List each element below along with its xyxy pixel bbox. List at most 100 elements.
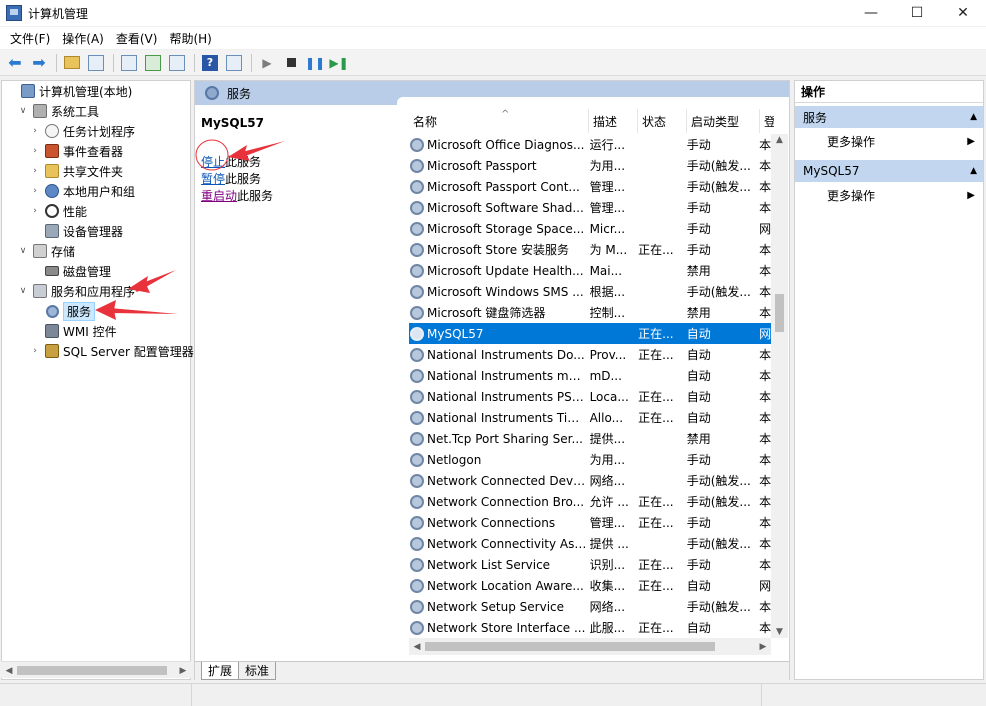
tree-item[interactable]: › 任务计划程序	[29, 121, 135, 141]
start-service-button[interactable]: ▶	[256, 52, 278, 74]
menu-help[interactable]: 帮助(H)	[163, 30, 217, 47]
pause-service-link[interactable]: 暂停此服务	[201, 170, 261, 187]
tree-item[interactable]: 服务	[29, 301, 96, 321]
service-row[interactable]: Microsoft Passport 为用... 手动(触发... 本	[409, 155, 771, 176]
service-row[interactable]: National Instruments Tim... Allo... 正在... 自…	[409, 407, 771, 428]
service-startup: 手动	[686, 243, 711, 257]
service-row[interactable]: Network Store Interface ... 此服... 正在... 自动 本	[409, 617, 771, 638]
service-row[interactable]: Microsoft Storage Space... Micr... 手动 网	[409, 218, 771, 239]
service-row[interactable]: MySQL57 正在... 自动 网	[409, 323, 771, 344]
tree-item[interactable]: › 本地用户和组	[29, 181, 135, 201]
expanded-chevron-icon[interactable]: ∨	[17, 246, 29, 256]
column-startup-type[interactable]: 启动类型	[687, 109, 760, 133]
service-row[interactable]: Microsoft Store 安装服务 为 M... 正在... 手动 本	[409, 239, 771, 260]
collapse-icon[interactable]: ▲	[970, 166, 977, 176]
scroll-up-icon[interactable]: ▲	[771, 134, 788, 146]
service-row[interactable]: Microsoft Software Shad... 管理... 手动 本	[409, 197, 771, 218]
scroll-down-icon[interactable]: ▼	[771, 626, 788, 638]
service-row[interactable]: National Instruments PSP... Loca... 正在... 自…	[409, 386, 771, 407]
service-row[interactable]: Network Connected Devi... 网络... 手动(触发... 本	[409, 470, 771, 491]
scrollbar-thumb[interactable]	[17, 666, 167, 675]
collapsed-chevron-icon[interactable]: ›	[29, 166, 41, 176]
tree-item[interactable]: 设备管理器	[29, 221, 123, 241]
service-row[interactable]: Microsoft 键盘筛选器 控制... 禁用 本	[409, 302, 771, 323]
collapse-icon[interactable]: ▲	[970, 112, 977, 122]
tab-extended[interactable]: 扩展	[201, 662, 240, 680]
menu-action[interactable]: 操作(A)	[56, 30, 110, 47]
service-row[interactable]: Network Setup Service 网络... 手动(触发... 本	[409, 596, 771, 617]
tree-item[interactable]: 计算机管理(本地)	[5, 81, 132, 101]
properties-button[interactable]	[118, 52, 140, 74]
forward-button[interactable]: ➡	[28, 52, 50, 74]
service-row[interactable]: Net.Tcp Port Sharing Ser... 提供... 禁用 本	[409, 428, 771, 449]
menu-file[interactable]: 文件(F)	[4, 30, 56, 47]
tree-item[interactable]: ∨ 系统工具	[17, 101, 99, 121]
scrollbar-thumb[interactable]	[775, 294, 784, 332]
scroll-right-icon[interactable]: ▶	[755, 638, 771, 655]
tree-item[interactable]: › SQL Server 配置管理器	[29, 341, 194, 361]
expanded-chevron-icon[interactable]: ∨	[17, 106, 29, 116]
service-logon: 本	[759, 600, 771, 614]
export-list-button[interactable]	[166, 52, 188, 74]
help-button[interactable]: ?	[199, 52, 221, 74]
service-row[interactable]: Microsoft Windows SMS ... 根据... 手动(触发... 本	[409, 281, 771, 302]
tree-horizontal-scrollbar[interactable]: ◀ ▶	[1, 661, 191, 678]
column-logon[interactable]: 登	[760, 109, 774, 133]
service-row[interactable]: Netlogon 为用... 手动 本	[409, 449, 771, 470]
tree-item[interactable]: ∨ 存储	[17, 241, 75, 261]
tree-item[interactable]: › 共享文件夹	[29, 161, 123, 181]
column-description[interactable]: 描述	[589, 109, 638, 133]
service-row[interactable]: Network Connections 管理... 正在... 手动 本	[409, 512, 771, 533]
show-hide-tree-button[interactable]	[85, 52, 107, 74]
service-row[interactable]: Network List Service 识别... 正在... 手动 本	[409, 554, 771, 575]
tree-item[interactable]: 磁盘管理	[29, 261, 111, 281]
window-title: 计算机管理	[28, 6, 89, 21]
menu-view[interactable]: 查看(V)	[110, 30, 164, 47]
list-horizontal-scrollbar[interactable]: ◀ ▶	[409, 638, 771, 655]
up-level-button[interactable]	[61, 52, 83, 74]
stop-service-button[interactable]	[280, 52, 302, 74]
service-row[interactable]: Network Connectivity Ass... 提供 ... 手动(触发..…	[409, 533, 771, 554]
column-name[interactable]: 名称 ^	[409, 109, 589, 133]
maximize-button[interactable]: ☐	[894, 0, 940, 26]
expanded-chevron-icon[interactable]: ∨	[17, 286, 29, 296]
tree-item[interactable]: ∨ 服务和应用程序	[17, 281, 135, 301]
service-logon: 本	[759, 369, 771, 383]
more-actions-mysql57[interactable]: 更多操作 ▶	[795, 184, 983, 206]
collapsed-chevron-icon[interactable]: ›	[29, 146, 41, 156]
scrollbar-thumb[interactable]	[425, 642, 715, 651]
scroll-left-icon[interactable]: ◀	[409, 638, 425, 655]
tree-item[interactable]: › 性能	[29, 201, 87, 221]
more-actions-services[interactable]: 更多操作 ▶	[795, 130, 983, 152]
stop-service-link[interactable]: 停止此服务	[201, 153, 261, 170]
column-status[interactable]: 状态	[638, 109, 687, 133]
restart-service-link[interactable]: 重启动此服务	[201, 187, 273, 204]
action-group-services[interactable]: 服务 ▲	[795, 106, 983, 128]
restart-service-button[interactable]: ▶❚	[328, 52, 350, 74]
tree-item[interactable]: › 事件查看器	[29, 141, 123, 161]
collapsed-chevron-icon[interactable]: ›	[29, 186, 41, 196]
service-row[interactable]: Network Location Aware... 收集... 正在... 自动 网	[409, 575, 771, 596]
scroll-left-icon[interactable]: ◀	[1, 662, 17, 679]
collapsed-chevron-icon[interactable]: ›	[29, 206, 41, 216]
service-row[interactable]: Network Connection Bro... 允许 ... 正在... 手动(触…	[409, 491, 771, 512]
tab-standard[interactable]: 标准	[238, 662, 277, 680]
action-group-mysql57[interactable]: MySQL57 ▲	[795, 160, 983, 182]
pause-service-button[interactable]: ❚❚	[304, 52, 326, 74]
minimize-button[interactable]: —	[848, 0, 894, 26]
service-row[interactable]: Microsoft Update Health... Mai... 禁用 本	[409, 260, 771, 281]
tree-item[interactable]: WMI 控件	[29, 321, 117, 341]
back-button[interactable]: ⬅	[4, 52, 26, 74]
collapsed-chevron-icon[interactable]: ›	[29, 346, 41, 356]
service-row[interactable]: Microsoft Office Diagnos... 运行... 手动 本	[409, 134, 771, 155]
service-row[interactable]: Microsoft Passport Cont... 管理... 手动(触发... 本	[409, 176, 771, 197]
service-name: National Instruments PSP...	[427, 389, 588, 404]
show-action-pane-button[interactable]	[223, 52, 245, 74]
service-row[interactable]: National Instruments Do... Prov... 正在... 自动…	[409, 344, 771, 365]
scroll-right-icon[interactable]: ▶	[175, 662, 191, 679]
list-vertical-scrollbar[interactable]: ▲ ▼	[771, 134, 788, 638]
refresh-button[interactable]	[142, 52, 164, 74]
close-button[interactable]: ✕	[940, 0, 986, 26]
collapsed-chevron-icon[interactable]: ›	[29, 126, 41, 136]
service-row[interactable]: National Instruments mD... mD... 自动 本	[409, 365, 771, 386]
